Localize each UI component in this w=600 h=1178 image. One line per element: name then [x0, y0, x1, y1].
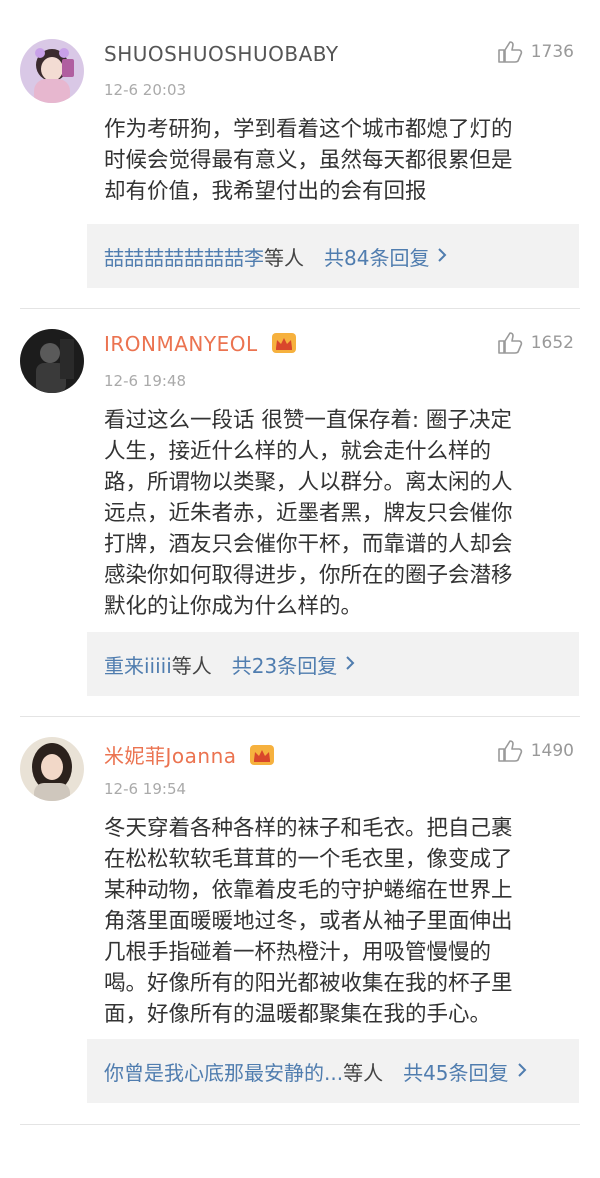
avatar[interactable]	[20, 329, 84, 393]
comment-text: 看过这么一段话 很赞一直保存着: 圈子决定 人生，接近什么样的人，就会走什么样的…	[104, 405, 584, 622]
like-button[interactable]: 1736	[497, 40, 574, 64]
chevron-right-icon	[437, 244, 447, 268]
comment-line: 在松松软软毛茸茸的一个毛衣里，像变成了	[104, 847, 513, 872]
crown-icon	[271, 332, 297, 359]
comment-line: 人生，接近什么样的人，就会走什么样的	[104, 439, 492, 464]
reply-count[interactable]: 共84条回复	[324, 242, 429, 271]
divider	[20, 308, 580, 309]
avatar[interactable]	[20, 737, 84, 801]
reply-user[interactable]: 喆喆喆喆喆喆喆李	[104, 242, 264, 271]
username-text: 米妮菲Joanna	[104, 744, 237, 768]
comment-line: 喝。好像所有的阳光都被收集在我的杯子里	[104, 971, 513, 996]
replies-summary[interactable]: 喆喆喆喆喆喆喆李 等人 共84条回复	[87, 224, 579, 288]
timestamp: 12-6 20:03	[104, 81, 187, 99]
divider	[20, 1124, 580, 1125]
username-text: SHUOSHUOSHUOBABY	[104, 42, 339, 66]
reply-etc: 等人	[343, 1060, 384, 1085]
like-button[interactable]: 1652	[497, 331, 574, 355]
comment-line: 作为考研狗，学到看着这个城市都熄了灯的	[104, 117, 513, 142]
crown-icon	[249, 744, 275, 771]
username-text: IRONMANYEOL	[104, 332, 258, 356]
comment-line: 看过这么一段话 很赞一直保存着: 圈子决定	[104, 408, 512, 433]
comment-line: 面，好像所有的温暖都聚集在我的手心。	[104, 1002, 492, 1027]
chevron-right-icon	[345, 652, 355, 676]
like-button[interactable]: 1490	[497, 739, 574, 763]
replies-summary[interactable]: 重来iiiii 等人 共23条回复	[87, 632, 579, 696]
chevron-right-icon	[517, 1059, 527, 1083]
comment-text: 作为考研狗，学到看着这个城市都熄了灯的 时候会觉得最有意义，虽然每天都很累但是 …	[104, 114, 584, 207]
comment-line: 却有价值，我希望付出的会有回报	[104, 179, 427, 204]
reply-etc: 等人	[171, 653, 212, 678]
comment-line: 某种动物，依靠着皮毛的守护蜷缩在世界上	[104, 878, 513, 903]
like-count: 1736	[530, 42, 574, 62]
reply-count[interactable]: 共45条回复	[403, 1057, 508, 1086]
thumbs-up-icon	[497, 740, 522, 762]
divider	[20, 716, 580, 717]
reply-user[interactable]: 你曾是我心底那最安静的...	[104, 1057, 343, 1086]
comment-line: 路，所谓物以类聚，人以群分。离太闲的人	[104, 470, 513, 495]
username[interactable]: IRONMANYEOL	[104, 332, 297, 359]
comment-line: 打牌，酒友只会催你干杯，而靠谱的人却会	[104, 532, 513, 557]
comment-text: 冬天穿着各种各样的袜子和毛衣。把自己裹 在松松软软毛茸茸的一个毛衣里，像变成了 …	[104, 813, 584, 1030]
like-count: 1490	[530, 741, 574, 761]
timestamp: 12-6 19:48	[104, 372, 187, 390]
like-count: 1652	[530, 333, 574, 353]
thumbs-up-icon	[497, 332, 522, 354]
comment-line: 时候会觉得最有意义，虽然每天都很累但是	[104, 148, 513, 173]
reply-count[interactable]: 共23条回复	[232, 650, 337, 679]
comment-line: 感染你如何取得进步，你所在的圈子会潜移	[104, 563, 513, 588]
timestamp: 12-6 19:54	[104, 780, 187, 798]
replies-summary[interactable]: 你曾是我心底那最安静的... 等人 共45条回复	[87, 1039, 579, 1103]
reply-user[interactable]: 重来iiiii	[104, 650, 172, 679]
reply-etc: 等人	[264, 245, 304, 270]
comment-line: 远点，近朱者赤，近墨者黑，牌友只会催你	[104, 501, 513, 526]
comment-line: 冬天穿着各种各样的袜子和毛衣。把自己裹	[104, 816, 513, 841]
avatar[interactable]	[20, 39, 84, 103]
comment-line: 默化的让你成为什么样的。	[104, 594, 363, 619]
username[interactable]: 米妮菲Joanna	[104, 740, 275, 771]
thumbs-up-icon	[497, 41, 522, 63]
comment-line: 几根手指碰着一杯热橙汁，用吸管慢慢的	[104, 940, 492, 965]
comment-line: 角落里面暖暖地过冬，或者从袖子里面伸出	[104, 909, 513, 934]
username[interactable]: SHUOSHUOSHUOBABY	[104, 42, 339, 66]
